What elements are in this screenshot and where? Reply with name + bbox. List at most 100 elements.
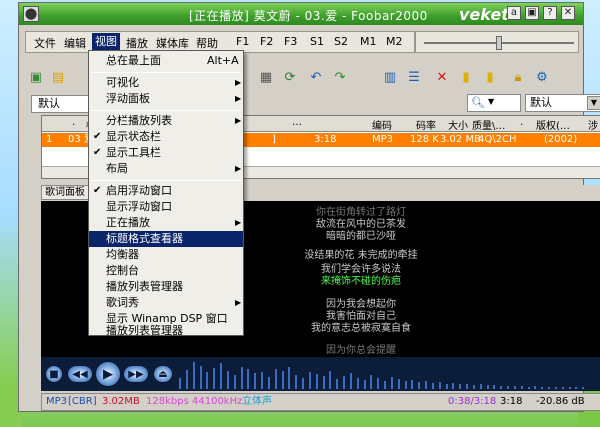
menu-m2[interactable]: M2	[386, 35, 403, 48]
menu-file[interactable]: 文件	[34, 35, 56, 51]
menu-item-show-statusbar[interactable]: ✔ 显示状态栏	[89, 129, 243, 145]
spectrum-bar	[431, 383, 434, 389]
col-dot[interactable]: .	[520, 117, 523, 128]
app-icon[interactable]: ⬤	[23, 6, 39, 22]
spectrum-bar	[548, 387, 550, 389]
help-button[interactable]: ?	[543, 6, 557, 20]
title-bar[interactable]: ⬤ [正在播放] 莫文蔚 - 03.爱 - Foobar2000 veket a…	[19, 3, 583, 25]
menu-m1[interactable]: M1	[360, 35, 377, 48]
row-num: 1	[46, 134, 53, 145]
spectrum-bar	[281, 371, 284, 389]
spectrum-bar	[397, 379, 400, 389]
redo-icon[interactable]: ↷	[331, 69, 349, 87]
keep-above-button[interactable]: a	[507, 6, 521, 20]
menu-help[interactable]: 帮助	[196, 35, 218, 51]
stop-button[interactable]: ■	[45, 365, 63, 383]
menu-f1[interactable]: F1	[236, 35, 249, 48]
spectrum-bar	[425, 381, 427, 389]
menu-item-always-on-top[interactable]: 总在最上面 Alt+A	[89, 53, 243, 69]
menu-separator	[91, 110, 241, 111]
search-dropdown-icon[interactable]: ▼	[488, 97, 494, 106]
gear-icon[interactable]: ⚙	[533, 69, 551, 87]
menu-edit[interactable]: 编辑	[64, 35, 86, 51]
menu-item-title-format-viewer[interactable]: 标题格式查看器	[89, 231, 243, 247]
refresh-icon[interactable]: ⟳	[281, 69, 299, 87]
menu-s1[interactable]: S1	[310, 35, 324, 48]
search-input[interactable]: 🔍︎ ▼	[467, 94, 521, 112]
menu-item-floating-panel[interactable]: 浮动面板 ▶	[89, 91, 243, 107]
next-button[interactable]: ▶▶	[123, 365, 149, 383]
menu-item-show-toolbar[interactable]: ✔ 显示工具栏	[89, 145, 243, 161]
menu-item-show-float-window[interactable]: 显示浮动窗口	[89, 199, 243, 215]
spectrum-bar	[308, 372, 311, 389]
spectrum-bar	[554, 387, 557, 389]
spectrum-bar	[493, 385, 496, 389]
spectrum-bar	[384, 381, 386, 389]
spectrum-bar	[213, 368, 216, 389]
col-copyright[interactable]: 版权(…	[536, 117, 570, 132]
spectrum-bar	[185, 370, 188, 389]
col-more[interactable]: 涉	[588, 117, 598, 132]
status-bar: MP3 [CBR] 3.02MB 128kbps 44100kHz 立体声 0:…	[41, 393, 600, 411]
row-year: (2002)	[544, 134, 578, 145]
spectrum-bar	[466, 384, 468, 389]
folder-icon[interactable]: ▮	[457, 69, 475, 87]
seek-bar[interactable]	[415, 31, 579, 53]
col-extra[interactable]: …	[292, 117, 302, 128]
col-track[interactable]: .	[72, 117, 75, 128]
spectrum-bar	[411, 380, 414, 389]
undo-icon[interactable]: ↶	[307, 69, 325, 87]
row-quality: 4Q\2CH	[478, 134, 517, 145]
view-select[interactable]: 默认 ▼	[525, 94, 600, 112]
menu-item-playlist-manager[interactable]: 播放列表管理器	[89, 279, 243, 295]
columns-icon[interactable]: ▥	[381, 69, 399, 87]
list-icon[interactable]: ☰	[405, 69, 423, 87]
spectrum-bar	[575, 387, 578, 389]
spectrum-bar	[418, 382, 421, 389]
submenu-arrow-icon: ▶	[235, 116, 242, 125]
menu-item-layout[interactable]: 布局 ▶	[89, 161, 243, 177]
spectrum-bar	[438, 382, 441, 389]
menu-item-columns-playlist[interactable]: 分栏播放列表 ▶	[89, 113, 243, 129]
menu-library[interactable]: 媒体库	[156, 35, 189, 51]
spectrum-bar	[295, 375, 298, 389]
menu-view[interactable]: 视图	[92, 33, 120, 51]
menu-playback[interactable]: 播放	[126, 35, 148, 51]
col-size[interactable]: 大小	[448, 117, 468, 132]
col-bitrate[interactable]: 码率	[416, 117, 436, 132]
folder-add-icon[interactable]: ▮	[481, 69, 499, 87]
menu-f2[interactable]: F2	[260, 35, 273, 48]
close-button[interactable]: ✕	[561, 6, 575, 20]
play-button[interactable]: ▶	[95, 361, 121, 387]
col-quality[interactable]: 质量\…	[472, 117, 505, 132]
menu-item-playlist-manager-2[interactable]: 播放列表管理器	[89, 325, 243, 337]
delete-icon[interactable]: ✕	[433, 69, 451, 87]
menu-item-lyrics-show[interactable]: 歌词秀 ▶	[89, 295, 243, 311]
status-gain: -20.86 dB	[536, 396, 585, 407]
open-file-icon[interactable]: ▤	[49, 69, 67, 87]
tab-lyrics-panel[interactable]: 歌词面板	[41, 185, 89, 200]
lock-icon[interactable]: 🔒︎	[509, 69, 527, 87]
spectrum-bar	[513, 386, 516, 389]
menu-item-now-playing[interactable]: 正在播放 ▶	[89, 215, 243, 231]
chevron-down-icon[interactable]: ▼	[587, 96, 600, 110]
eject-button[interactable]: ⏏	[153, 365, 173, 383]
menu-item-enable-float-window[interactable]: ✔ 启用浮动窗口	[89, 183, 243, 199]
spectrum-bar	[267, 377, 270, 389]
menu-item-console[interactable]: 控制台	[89, 263, 243, 279]
new-playlist-icon[interactable]: ▣	[27, 69, 45, 87]
spectrum-bar	[349, 373, 352, 389]
menu-item-equalizer[interactable]: 均衡器	[89, 247, 243, 263]
properties-icon[interactable]: ▦	[257, 69, 275, 87]
tab-default-playlist[interactable]: 默认	[31, 95, 91, 113]
maximize-button[interactable]: ▣	[525, 6, 539, 20]
previous-button[interactable]: ◀◀	[67, 365, 93, 383]
menu-f3[interactable]: F3	[284, 35, 297, 48]
menu-item-visualization[interactable]: 可视化 ▶	[89, 75, 243, 91]
spectrum-bar	[356, 378, 359, 389]
menu-s2[interactable]: S2	[334, 35, 348, 48]
spectrum-bar	[254, 373, 257, 389]
seek-thumb[interactable]	[496, 36, 502, 50]
col-codec[interactable]: 编码	[372, 117, 392, 132]
spectrum-bar	[459, 384, 462, 389]
